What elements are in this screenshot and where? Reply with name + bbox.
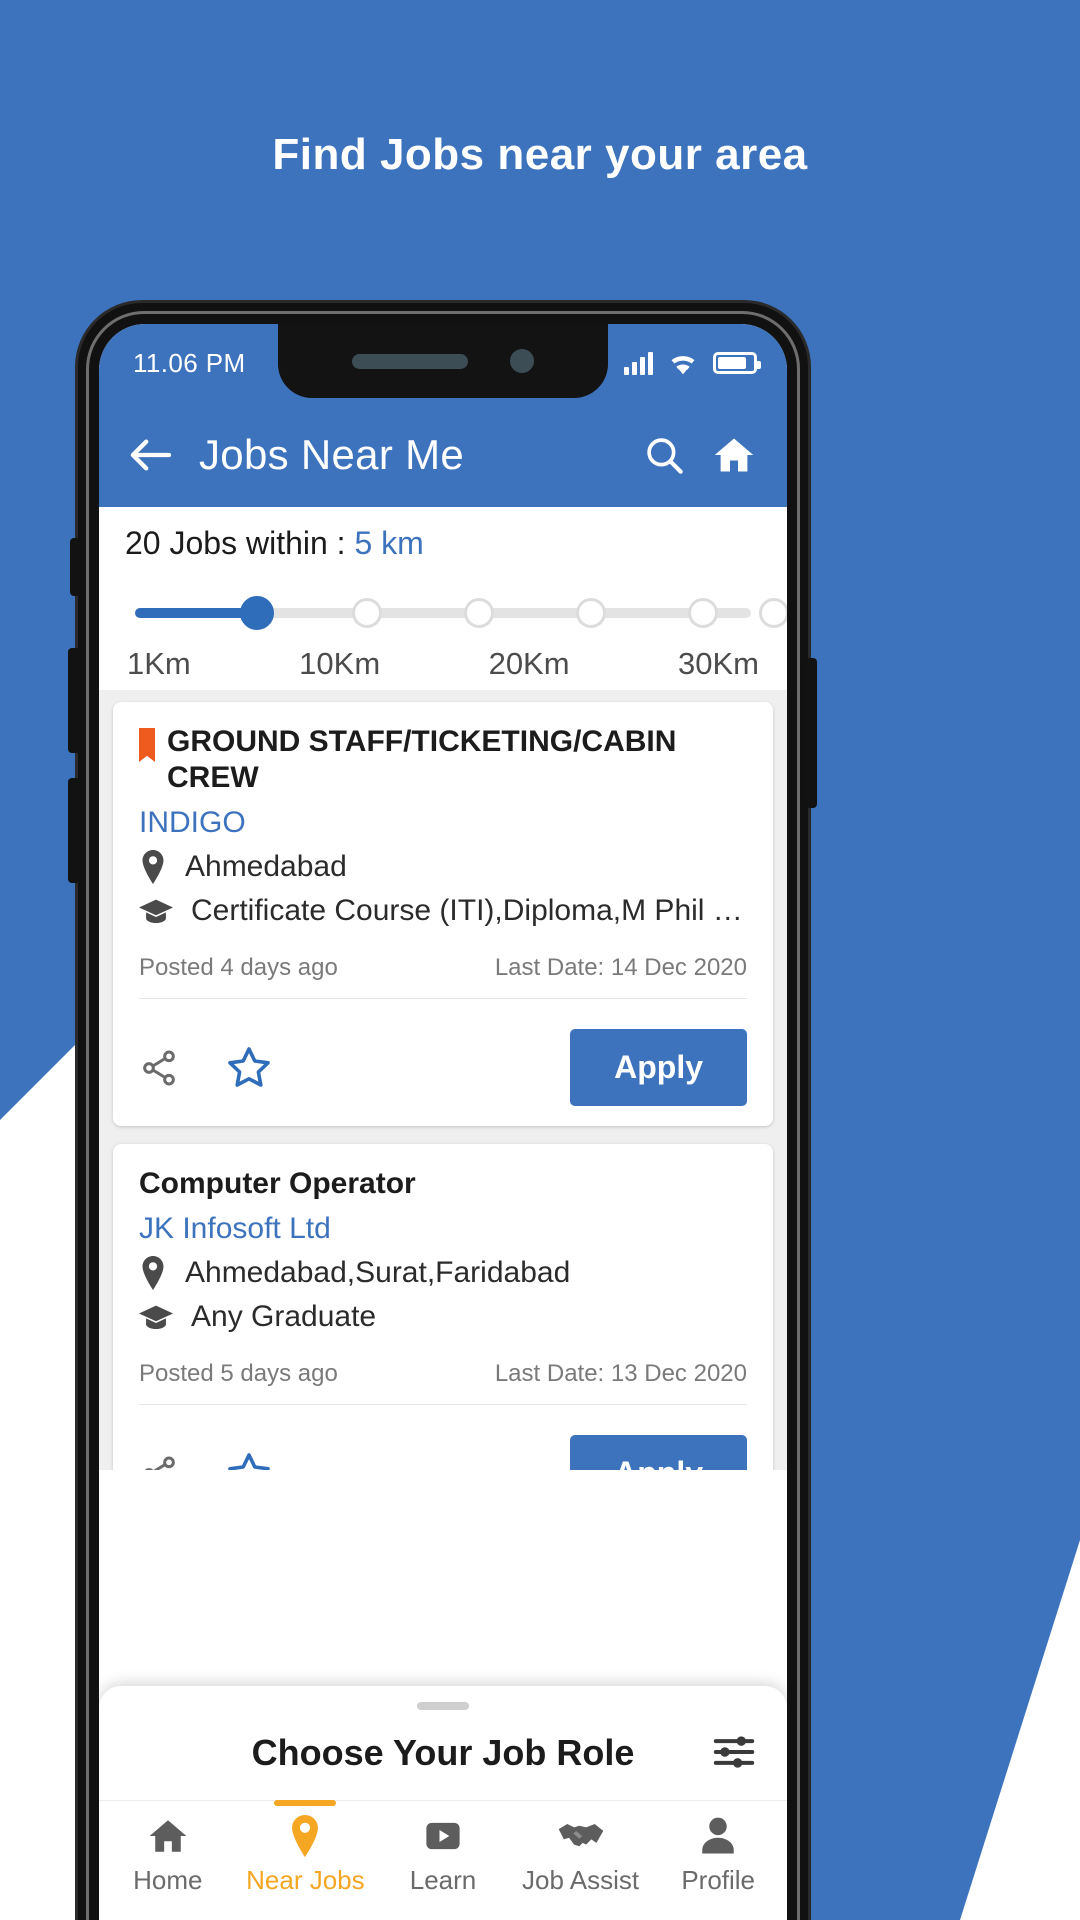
bottom-navigation: Home Near Jobs Learn Job Assist Profile (99, 1800, 787, 1920)
job-company[interactable]: JK Infosoft Ltd (139, 1212, 747, 1246)
job-last-date: Last Date: 13 Dec 2020 (494, 1360, 747, 1387)
graduation-cap-icon (139, 896, 173, 926)
job-card-actions: Apply (113, 1415, 773, 1470)
job-role-sheet[interactable]: Choose Your Job Role Home Near Jobs Lear… (99, 1686, 787, 1920)
nav-label-profile: Profile (681, 1865, 756, 1895)
sheet-title: Choose Your Job Role (251, 1732, 635, 1773)
phone-button-volume-down (68, 778, 80, 883)
wifi-icon (667, 351, 699, 375)
distance-slider[interactable] (125, 582, 787, 652)
job-posted-date: Posted 5 days ago (139, 1360, 338, 1387)
job-list[interactable]: GROUND STAFF/TICKETING/CABIN CREW INDIGO… (99, 690, 787, 1470)
phone-screen: 11.06 PM Jobs Near Me 20 Jobs within: 5… (99, 324, 787, 1920)
nav-item-learn[interactable]: Learn (374, 1801, 512, 1914)
slider-tick-5[interactable] (688, 598, 718, 628)
slider-tick-6[interactable] (759, 598, 787, 628)
nav-label-job-assist: Job Assist (522, 1865, 640, 1895)
nav-label-learn: Learn (409, 1865, 477, 1895)
nav-label-home: Home (133, 1865, 203, 1895)
featured-flag-icon (139, 728, 155, 762)
job-card-actions: Apply (113, 1009, 773, 1126)
job-education-row: Any Graduate (139, 1300, 747, 1334)
status-bar-time: 11.06 PM (133, 347, 246, 378)
job-title: GROUND STAFF/TICKETING/CABIN CREW (167, 725, 677, 794)
phone-button-power (806, 658, 817, 808)
filter-sliders-icon[interactable] (711, 1732, 757, 1772)
job-location: Ahmedabad (185, 850, 347, 883)
job-location: Ahmedabad,Surat,Faridabad (185, 1256, 571, 1289)
slider-tick-2[interactable] (352, 598, 382, 628)
job-location-row: Ahmedabad,Surat,Faridabad (139, 1256, 747, 1290)
battery-icon (713, 352, 761, 374)
slider-tick-4[interactable] (576, 598, 606, 628)
job-card[interactable]: GROUND STAFF/TICKETING/CABIN CREW INDIGO… (113, 702, 773, 1126)
job-card[interactable]: Computer Operator JK Infosoft Ltd Ahmeda… (113, 1144, 773, 1470)
nav-item-profile[interactable]: Profile (649, 1801, 787, 1914)
job-dates-row: Posted 5 days ago Last Date: 13 Dec 2020 (139, 1342, 747, 1405)
promo-headline: Find Jobs near your area (272, 130, 808, 179)
jobs-count-summary: 20 Jobs within : 5 km (125, 525, 761, 562)
nav-item-home[interactable]: Home (99, 1801, 237, 1914)
job-company[interactable]: INDIGO (139, 806, 747, 840)
share-icon[interactable] (139, 1454, 179, 1470)
decorative-wedge-right (960, 1540, 1080, 1920)
job-last-date: Last Date: 14 Dec 2020 (494, 954, 747, 981)
apply-button[interactable]: Apply (570, 1029, 747, 1106)
job-education: Certificate Course (ITI),Diploma,M Phil … (191, 894, 747, 927)
slider-knob[interactable] (240, 596, 274, 630)
handshake-icon (557, 1815, 605, 1857)
nav-active-indicator (274, 1800, 337, 1806)
distance-filter-panel: 20 Jobs within : 5 km 1Km 10Km 20Km 30Km (99, 507, 787, 690)
nav-item-job-assist[interactable]: Job Assist (512, 1801, 650, 1914)
job-posted-date: Posted 4 days ago (139, 954, 338, 981)
phone-button-volume-up (68, 648, 80, 753)
page-title: Jobs Near Me (199, 430, 465, 478)
sheet-grabber[interactable] (417, 1702, 469, 1710)
job-title: Computer Operator (139, 1167, 416, 1200)
job-location-row: Ahmedabad (139, 850, 747, 884)
graduation-cap-icon (139, 1302, 173, 1332)
home-icon[interactable] (711, 433, 757, 477)
jobs-count-prefix: 20 Jobs within : (125, 525, 355, 561)
nav-item-near-jobs[interactable]: Near Jobs (237, 1800, 375, 1914)
status-bar: 11.06 PM (99, 324, 787, 402)
star-outline-icon[interactable] (225, 1450, 273, 1470)
jobs-count-distance: 5 km (354, 525, 424, 561)
location-pin-icon (139, 850, 167, 884)
apply-button[interactable]: Apply (570, 1435, 747, 1470)
back-arrow-icon[interactable] (127, 436, 173, 474)
location-pin-icon (139, 1256, 167, 1290)
earpiece-speaker (352, 353, 468, 369)
job-title-row: GROUND STAFF/TICKETING/CABIN CREW (139, 724, 747, 796)
job-card-body: GROUND STAFF/TICKETING/CABIN CREW INDIGO… (113, 702, 773, 1009)
phone-notch (278, 324, 608, 398)
phone-mockup: 11.06 PM Jobs Near Me 20 Jobs within: 5… (68, 303, 817, 1920)
person-icon (698, 1815, 738, 1857)
job-title-row: Computer Operator (139, 1166, 747, 1202)
job-dates-row: Posted 4 days ago Last Date: 14 Dec 2020 (139, 936, 747, 999)
play-video-icon (422, 1815, 464, 1857)
app-bar: Jobs Near Me (99, 402, 787, 507)
search-icon[interactable] (643, 434, 685, 476)
star-outline-icon[interactable] (225, 1044, 273, 1092)
signal-bars-icon (624, 351, 653, 375)
job-education-row: Certificate Course (ITI),Diploma,M Phil … (139, 894, 747, 928)
share-icon[interactable] (139, 1048, 179, 1088)
nav-label-near-jobs: Near Jobs (246, 1865, 365, 1895)
slider-tick-3[interactable] (464, 598, 494, 628)
front-camera-icon (510, 349, 534, 373)
location-pin-icon (288, 1815, 322, 1857)
phone-button-silent (70, 538, 80, 596)
job-education: Any Graduate (191, 1300, 377, 1333)
sheet-header: Choose Your Job Role (99, 1710, 787, 1800)
home-icon (146, 1815, 190, 1857)
status-bar-icons (624, 351, 761, 375)
job-card-body: Computer Operator JK Infosoft Ltd Ahmeda… (113, 1144, 773, 1415)
